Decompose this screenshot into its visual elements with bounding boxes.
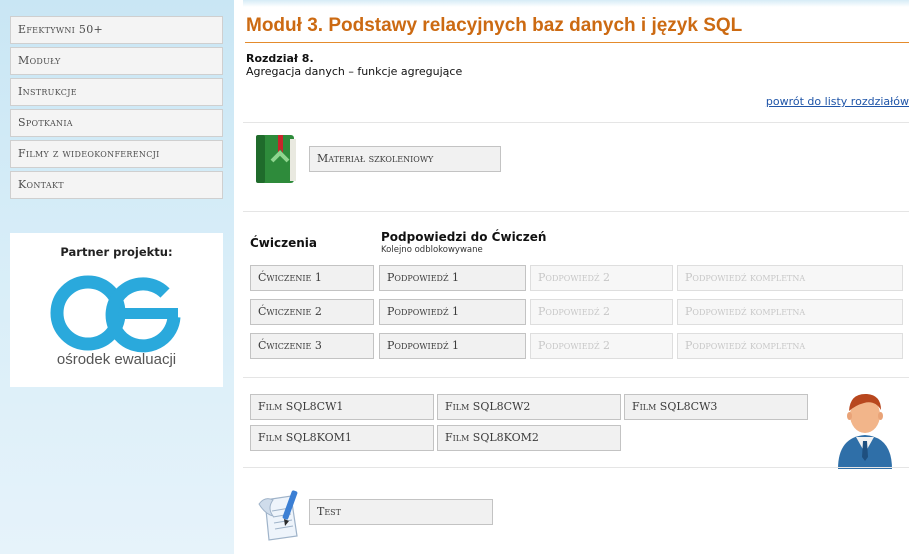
film-sql8kom2-button[interactable]: Film SQL8KOM2 <box>437 425 621 451</box>
hint-2-exercise-2-button[interactable]: Podpowiedź 2 <box>530 299 673 325</box>
partner-box: Partner projektu: ośrodek ewaluacji <box>10 233 223 387</box>
chapter-subtitle: Agregacja danych – funkcje agregujące <box>246 65 463 78</box>
presenter-avatar-icon <box>838 393 892 469</box>
exercise-2-button[interactable]: Ćwiczenie 2 <box>250 299 374 325</box>
exercise-3-button[interactable]: Ćwiczenie 3 <box>250 333 374 359</box>
film-sql8cw2-button[interactable]: Film SQL8CW2 <box>437 394 621 420</box>
film-sql8cw1-button[interactable]: Film SQL8CW1 <box>250 394 434 420</box>
sidebar-item-instrukcje[interactable]: Instrukcje <box>10 78 223 106</box>
sidebar-item-efektywni[interactable]: Efektywni 50+ <box>10 16 223 44</box>
document-pen-icon <box>258 490 298 541</box>
page-title: Moduł 3. Podstawy relacyjnych baz danych… <box>246 15 743 36</box>
full-hint-exercise-2-button[interactable]: Podpowiedź kompletna <box>677 299 903 325</box>
hints-heading: Podpowiedzi do Ćwiczeń <box>381 230 547 244</box>
title-divider <box>245 42 909 43</box>
hint-1-exercise-2-button[interactable]: Podpowiedź 1 <box>379 299 526 325</box>
full-hint-exercise-3-button[interactable]: Podpowiedź kompletna <box>677 333 903 359</box>
hint-2-exercise-3-button[interactable]: Podpowiedź 2 <box>530 333 673 359</box>
sidebar-item-filmy[interactable]: Filmy z wideokonferencji <box>10 140 223 168</box>
hint-1-exercise-3-button[interactable]: Podpowiedź 1 <box>379 333 526 359</box>
hint-2-exercise-1-button[interactable]: Podpowiedź 2 <box>530 265 673 291</box>
divider <box>243 122 909 123</box>
logo-caption: ośrodek ewaluacji <box>56 351 177 368</box>
sidebar-item-moduly[interactable]: Moduły <box>10 47 223 75</box>
hints-note: Kolejno odblokowywane <box>381 245 483 255</box>
exercise-1-button[interactable]: Ćwiczenie 1 <box>250 265 374 291</box>
sidebar-item-spotkania[interactable]: Spotkania <box>10 109 223 137</box>
back-to-chapters-link[interactable]: powrót do listy rozdziałów <box>766 95 909 108</box>
divider <box>243 467 909 468</box>
material-button[interactable]: Materiał szkoleniowy <box>309 146 501 172</box>
film-sql8cw3-button[interactable]: Film SQL8CW3 <box>624 394 808 420</box>
film-sql8kom1-button[interactable]: Film SQL8KOM1 <box>250 425 434 451</box>
divider <box>243 211 909 212</box>
exercises-heading: Ćwiczenia <box>250 236 317 250</box>
partner-title: Partner projektu: <box>60 245 173 259</box>
full-hint-exercise-1-button[interactable]: Podpowiedź kompletna <box>677 265 903 291</box>
top-gradient-line <box>243 0 909 7</box>
sidebar-item-kontakt[interactable]: Kontakt <box>10 171 223 199</box>
chapter-title: Rozdział 8. <box>246 52 314 65</box>
hint-1-exercise-1-button[interactable]: Podpowiedź 1 <box>379 265 526 291</box>
green-book-icon <box>256 135 296 183</box>
divider <box>243 377 909 378</box>
oe-logo-icon[interactable] <box>48 271 186 355</box>
test-button[interactable]: Test <box>309 499 493 525</box>
sidebar: Efektywni 50+ Moduły Instrukcje Spotkani… <box>0 0 234 554</box>
